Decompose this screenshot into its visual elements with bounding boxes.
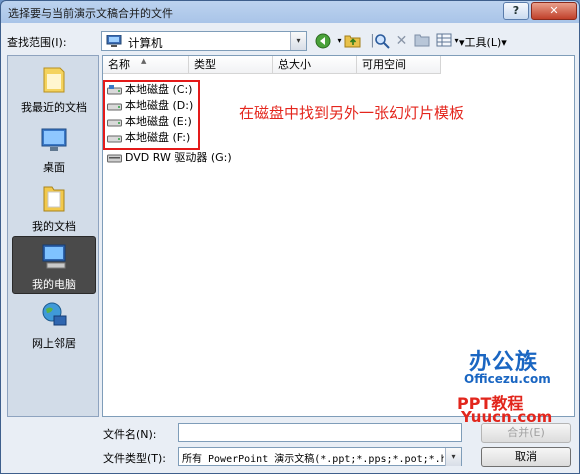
column-header-label: 类型: [194, 58, 216, 71]
place-network[interactable]: 网上邻居: [12, 296, 96, 354]
window-title: 选择要与当前演示文稿合并的文件: [8, 7, 173, 20]
file-dialog-window: 选择要与当前演示文稿合并的文件 ? ✕ 查找范围(I): 计算机 ▾ ▾ | ✕: [0, 0, 580, 474]
look-in-label: 查找范围(I):: [7, 36, 67, 49]
tools-menu[interactable]: ▾工具(L)▾: [459, 34, 507, 50]
place-label: 我的电脑: [32, 278, 76, 291]
chevron-down-icon[interactable]: ▾: [445, 448, 461, 466]
file-name: DVD RW 驱动器 (G:): [125, 151, 232, 164]
help-button[interactable]: ?: [503, 2, 529, 20]
filename-input[interactable]: [178, 423, 462, 442]
toolbar: 查找范围(I): 计算机 ▾ ▾ | ✕ ▾ ▾工具(L)▾: [1, 29, 579, 53]
filename-label: 文件名(N):: [103, 428, 157, 441]
cancel-button[interactable]: 取消: [481, 447, 571, 467]
column-header-label: 总大小: [278, 58, 311, 71]
new-folder-icon[interactable]: [413, 33, 430, 49]
filetype-value: 所有 PowerPoint 演示文稿(*.ppt;*.pps;*.pot;*.h: [182, 454, 444, 465]
places-bar: 我最近的文档 桌面 我的文档 我的电脑 网上邻居: [7, 55, 99, 417]
place-label: 桌面: [43, 161, 65, 174]
computer-icon: [106, 35, 122, 47]
delete-icon[interactable]: ✕: [393, 33, 410, 49]
merge-button[interactable]: 合并(E): [481, 423, 571, 443]
column-header-size[interactable]: 总大小: [273, 56, 357, 74]
sort-ascending-icon: ▲: [141, 57, 147, 65]
file-list[interactable]: ▲ 名称 类型 总大小 可用空间 本地磁盘 (C:) 本地磁盘 (D:) 本地磁…: [102, 55, 575, 426]
look-in-value: 计算机: [128, 36, 163, 50]
column-header-label: 可用空间: [362, 58, 406, 71]
filetype-dropdown[interactable]: 所有 PowerPoint 演示文稿(*.ppt;*.pps;*.pot;*.h…: [178, 447, 462, 466]
tools-dropdown-icon: ▾: [501, 36, 507, 49]
tools-menu-label: 工具(L): [464, 36, 502, 49]
chevron-down-icon[interactable]: ▾: [290, 32, 306, 50]
place-label: 我最近的文档: [21, 101, 87, 114]
up-folder-icon[interactable]: [344, 33, 361, 49]
dvd-drive-icon: [107, 154, 122, 163]
place-documents[interactable]: 我的文档: [12, 179, 96, 237]
close-button[interactable]: ✕: [531, 2, 577, 20]
highlight-box: [103, 80, 200, 150]
desktop-icon: [41, 128, 67, 151]
back-icon[interactable]: [314, 33, 331, 49]
place-recent[interactable]: 我最近的文档: [12, 60, 96, 118]
column-header-type[interactable]: 类型: [189, 56, 273, 74]
column-header-label: 名称: [108, 58, 130, 71]
look-in-dropdown[interactable]: 计算机 ▾: [101, 31, 307, 51]
column-header-name[interactable]: ▲ 名称: [103, 56, 189, 74]
network-icon: [42, 302, 67, 326]
watermark-site: Officezu.com: [464, 372, 551, 386]
list-item[interactable]: DVD RW 驱动器 (G:): [107, 150, 232, 166]
place-label: 我的文档: [32, 220, 76, 233]
computer-icon: [42, 244, 66, 269]
column-header-free-space[interactable]: 可用空间: [357, 56, 441, 74]
documents-folder-icon: [43, 186, 65, 212]
filetype-label: 文件类型(T):: [103, 452, 167, 465]
place-my-computer[interactable]: 我的电脑: [12, 236, 96, 294]
place-label: 网上邻居: [32, 337, 76, 350]
place-desktop[interactable]: 桌面: [12, 120, 96, 178]
annotation-text: 在磁盘中找到另外一张幻灯片模板: [239, 104, 465, 122]
title-bar: 选择要与当前演示文稿合并的文件 ? ✕: [1, 1, 579, 23]
search-web-icon[interactable]: [373, 33, 390, 49]
recent-folder-icon: [43, 67, 65, 93]
